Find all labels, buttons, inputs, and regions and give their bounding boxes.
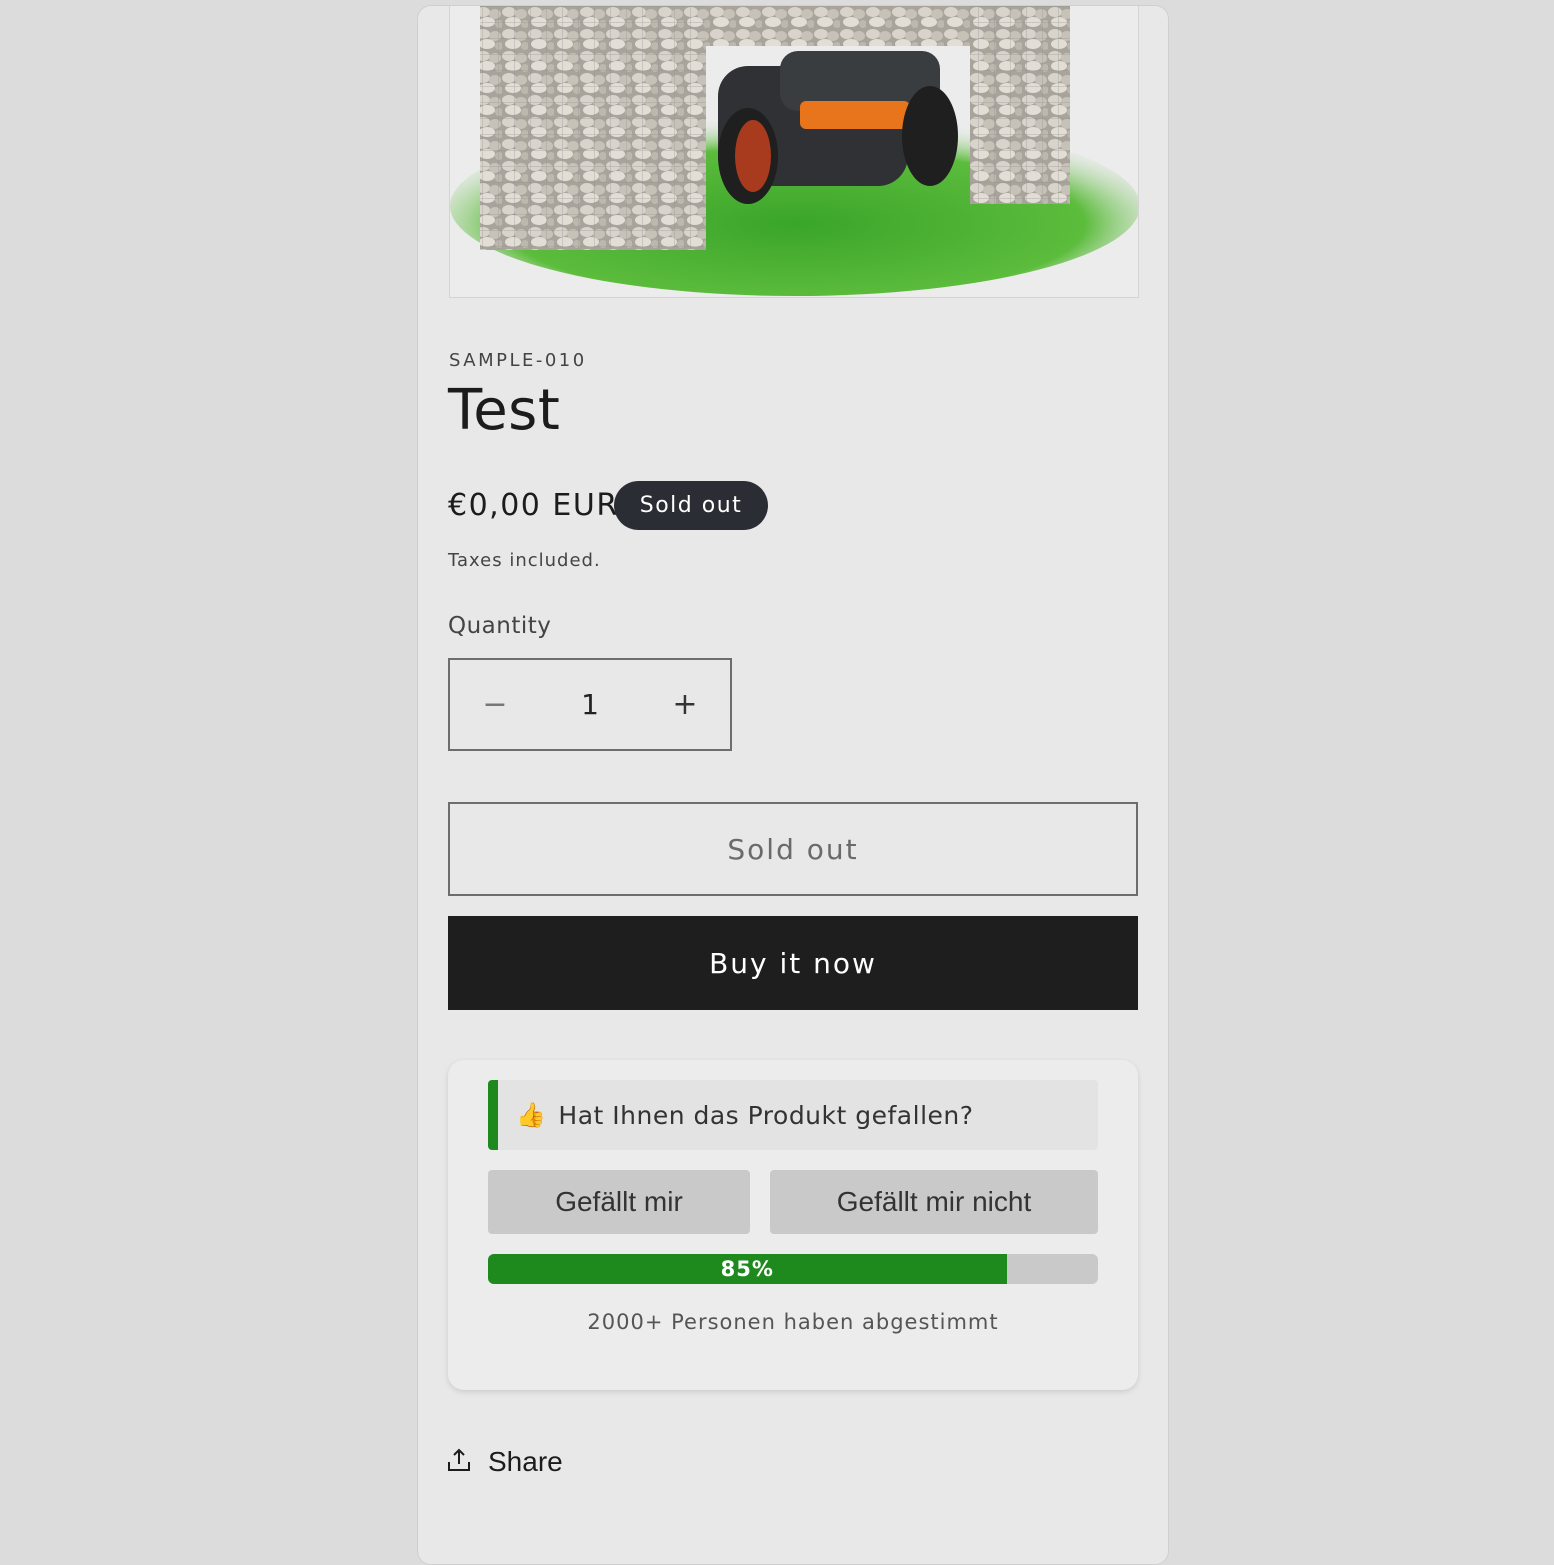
sold-out-badge: Sold out xyxy=(614,481,768,530)
share-button[interactable]: Share xyxy=(446,1446,563,1478)
product-image[interactable] xyxy=(449,6,1139,298)
buy-it-now-button[interactable]: Buy it now xyxy=(448,916,1138,1010)
quantity-label: Quantity xyxy=(448,613,552,639)
poll-result-fill: 85% xyxy=(488,1254,1007,1284)
poll-result-bar: 85% xyxy=(488,1254,1098,1284)
gabion-mower-garage-image xyxy=(450,6,1138,296)
quantity-decrease-button[interactable]: − xyxy=(450,660,540,749)
quantity-input[interactable]: 1 xyxy=(540,660,640,749)
thumbs-up-icon: 👍 xyxy=(516,1101,547,1129)
product-page: SAMPLE-010 Test €0,00 EUR Sold out Taxes… xyxy=(417,5,1169,1565)
product-price: €0,00 EUR xyxy=(448,488,619,523)
poll-question: 👍 Hat Ihnen das Produkt gefallen? xyxy=(488,1080,1098,1150)
sold-out-button[interactable]: Sold out xyxy=(448,802,1138,896)
quantity-stepper: − 1 + xyxy=(448,658,732,751)
poll-result-percent: 85% xyxy=(720,1257,774,1281)
dislike-button[interactable]: Gefällt mir nicht xyxy=(770,1170,1098,1234)
product-poll: 👍 Hat Ihnen das Produkt gefallen? Gefäll… xyxy=(448,1060,1138,1390)
like-button[interactable]: Gefällt mir xyxy=(488,1170,750,1234)
share-upload-icon xyxy=(446,1447,472,1477)
poll-question-text: Hat Ihnen das Produkt gefallen? xyxy=(558,1100,974,1130)
share-label: Share xyxy=(488,1446,563,1477)
poll-vote-count: 2000+ Personen haben abgestimmt xyxy=(587,1310,999,1334)
product-sku: SAMPLE-010 xyxy=(449,350,587,371)
quantity-increase-button[interactable]: + xyxy=(640,660,730,749)
product-title: Test xyxy=(448,378,561,443)
taxes-note: Taxes included. xyxy=(448,550,601,571)
